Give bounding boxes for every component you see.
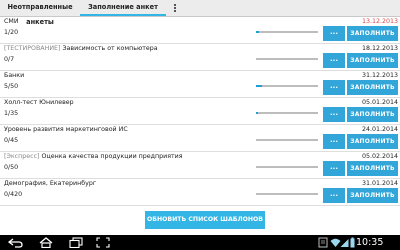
list-item: [Экспресс] Оценка качества продукции пре…: [0, 152, 400, 179]
list-item: Демография, Екатеринбург 31.01.2014 0/42…: [0, 179, 400, 206]
back-icon[interactable]: [8, 237, 24, 248]
overflow-menu-icon[interactable]: [174, 4, 177, 13]
progress-bar: [256, 139, 318, 141]
signal-icon: [340, 239, 349, 247]
fill-button[interactable]: ЗАПОЛНИТЬ: [347, 107, 398, 122]
list-item: [ТЕСТИРОВАНИЕ] Зависимость от компьютера…: [0, 44, 400, 71]
more-button[interactable]: ...: [323, 107, 345, 122]
row-title: СМИ: [4, 18, 19, 25]
battery-icon: [350, 237, 355, 248]
fill-button[interactable]: ЗАПОЛНИТЬ: [347, 161, 398, 176]
more-button[interactable]: ...: [323, 53, 345, 68]
tab-filling[interactable]: Заполнение анкет: [80, 0, 166, 16]
tab-bar: Неотправленные анкеты Заполнение анкет: [0, 0, 400, 26]
list-item: Холл-тест Юнилевер 05.01.2014 1/35 ... З…: [0, 98, 400, 125]
row-count: 0/50: [4, 164, 19, 171]
progress-bar: [256, 112, 318, 114]
row-title: [Экспресс] Оценка качества продукции пре…: [4, 153, 183, 160]
progress-bar: [256, 85, 318, 87]
screenshot-icon[interactable]: [96, 237, 110, 248]
progress-bar: [256, 166, 318, 168]
progress-bar: [256, 31, 318, 33]
progress-bar: [256, 58, 318, 60]
progress-fill: [256, 112, 258, 114]
system-nav-bar: 10:35: [0, 235, 400, 250]
home-icon[interactable]: [38, 237, 54, 248]
recent-apps-icon[interactable]: [68, 237, 84, 248]
row-count: 0/45: [4, 137, 19, 144]
row-count: 5/50: [4, 83, 19, 90]
row-title: Уровень развития маркетинговой ИС: [4, 126, 128, 133]
more-button[interactable]: ...: [323, 134, 345, 149]
list-item: СМИ 13.12.2013 1/20 ... ЗАПОЛНИТЬ: [0, 17, 400, 44]
row-count: 0/420: [4, 191, 23, 198]
clock: 10:35: [356, 237, 384, 248]
more-button[interactable]: ...: [323, 26, 345, 41]
refresh-templates-button[interactable]: ОБНОВИТЬ СПИСОК ШАБЛОНОВ: [145, 211, 265, 229]
progress-fill: [256, 31, 260, 33]
row-title: Демография, Екатеринбург: [4, 180, 97, 187]
fill-button[interactable]: ЗАПОЛНИТЬ: [347, 26, 398, 41]
fill-button[interactable]: ЗАПОЛНИТЬ: [347, 53, 398, 68]
progress-fill: [256, 85, 263, 87]
fill-button[interactable]: ЗАПОЛНИТЬ: [347, 188, 398, 203]
more-button[interactable]: ...: [323, 188, 345, 203]
row-title: [ТЕСТИРОВАНИЕ] Зависимость от компьютера: [4, 45, 158, 52]
tab-unsent[interactable]: Неотправленные анкеты: [0, 0, 80, 26]
list-item: Уровень развития маркетинговой ИС 24.01.…: [0, 125, 400, 152]
more-button[interactable]: ...: [323, 161, 345, 176]
row-title: Холл-тест Юнилевер: [4, 99, 74, 106]
row-count: 0/7: [4, 56, 15, 63]
fill-button[interactable]: ЗАПОЛНИТЬ: [347, 80, 398, 95]
list-item: Банки 31.12.2013 5/50 ... ЗАПОЛНИТЬ: [0, 71, 400, 98]
fill-button[interactable]: ЗАПОЛНИТЬ: [347, 134, 398, 149]
row-count: 1/35: [4, 110, 19, 117]
notification-icon: [318, 237, 328, 248]
row-count: 1/20: [4, 29, 19, 36]
progress-bar: [256, 193, 318, 195]
more-button[interactable]: ...: [323, 80, 345, 95]
row-title: Банки: [4, 72, 25, 79]
